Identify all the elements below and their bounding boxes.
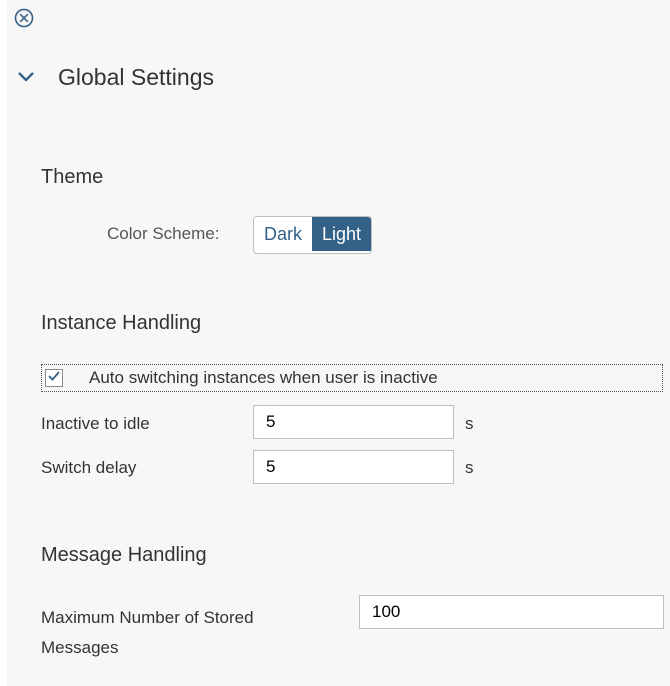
switch-delay-value: 5 (266, 457, 276, 476)
max-stored-messages-label: Maximum Number of Stored Messages (41, 603, 254, 663)
color-scheme-toggle: Dark Light (253, 216, 373, 254)
color-scheme-label: Color Scheme: (107, 224, 220, 243)
color-scheme-dark-option[interactable]: Dark (254, 217, 313, 251)
inactive-to-idle-label: Inactive to idle (41, 414, 150, 433)
switch-delay-unit: s (465, 458, 474, 477)
close-circle-icon (14, 8, 34, 33)
global-settings-header[interactable]: Global Settings (14, 56, 414, 98)
close-button[interactable] (13, 8, 35, 33)
instance-handling-title: Instance Handling (41, 312, 202, 334)
switch-delay-label: Switch delay (41, 458, 137, 477)
max-stored-messages-value: 100 (372, 602, 401, 621)
color-scheme-light-option[interactable]: Light (312, 217, 372, 251)
max-stored-messages-input[interactable]: 100 (359, 595, 664, 629)
auto-switch-checkbox-row[interactable]: Auto switching instances when user is in… (41, 364, 663, 392)
checkmark-icon (47, 369, 61, 387)
inactive-to-idle-unit: s (465, 414, 474, 433)
switch-delay-input[interactable]: 5 (253, 450, 454, 484)
message-handling-title: Message Handling (41, 544, 207, 566)
settings-panel (7, 0, 670, 686)
auto-switch-checkbox[interactable] (45, 369, 63, 387)
inactive-to-idle-input[interactable]: 5 (253, 405, 454, 439)
max-stored-label-line1: Maximum Number of Stored (41, 608, 254, 627)
theme-title: Theme (41, 166, 104, 188)
chevron-down-icon (14, 65, 38, 89)
inactive-to-idle-value: 5 (266, 412, 276, 431)
max-stored-label-line2: Messages (41, 638, 119, 657)
section-title: Global Settings (58, 63, 214, 90)
auto-switch-label: Auto switching instances when user is in… (89, 368, 438, 387)
